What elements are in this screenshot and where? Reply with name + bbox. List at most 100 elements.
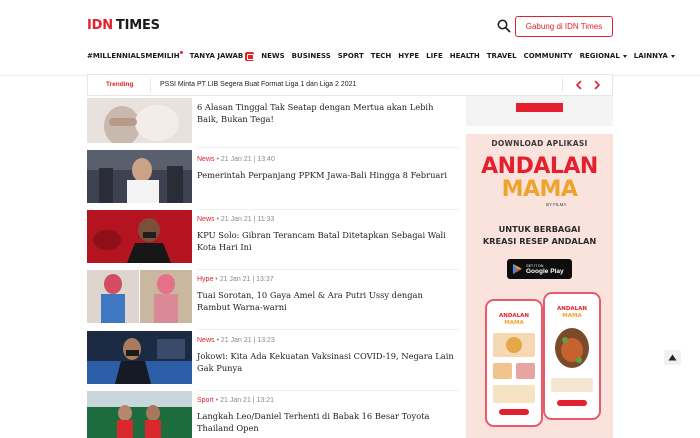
nav-item-tech[interactable]: TECH bbox=[371, 52, 392, 60]
article-date: • 21 Jan 21 | 13:21 bbox=[215, 397, 275, 404]
phone-screen-content bbox=[551, 328, 593, 406]
nav-item-label: TANYA JAWAB bbox=[189, 52, 244, 60]
article-category[interactable]: Sport bbox=[197, 397, 214, 404]
nav-item-label: SPORT bbox=[337, 52, 364, 60]
logo-secondary: TIMES bbox=[115, 17, 160, 33]
divider bbox=[197, 147, 459, 148]
sidebar-ad-top[interactable] bbox=[466, 96, 613, 126]
article-date: • 21 Jan 21 | 13:40 bbox=[216, 156, 275, 163]
nav-item-regional[interactable]: REGIONAL bbox=[580, 52, 627, 60]
article-category[interactable]: News bbox=[197, 156, 215, 163]
phone-title: MAMA bbox=[562, 313, 582, 319]
phone-title: ANDALAN bbox=[498, 313, 530, 319]
logo-primary: IDN bbox=[87, 17, 113, 33]
nav-item-sport[interactable]: SPORT bbox=[338, 52, 364, 60]
article-item: Sport • 21 Jan 21 | 13:21 Langkah Leo/Da… bbox=[87, 391, 459, 438]
nav-item-label: BUSINESS bbox=[291, 52, 331, 60]
ad-tagline-line1: UNTUK BERBAGAI bbox=[498, 224, 581, 234]
google-play-badge[interactable]: GET IT ON Google Play bbox=[507, 259, 572, 279]
nav-item-label: #MILLENNIALSMEMILIH bbox=[87, 52, 180, 60]
article-category[interactable]: News bbox=[197, 216, 215, 223]
nav-item-business[interactable]: BUSINESS bbox=[292, 52, 331, 60]
google-play-icon bbox=[513, 264, 522, 274]
article-item: Hype • 21 Jan 21 | 13:37 Tuai Sorotan, 1… bbox=[87, 270, 459, 330]
article-date: • 21 Jan 21 | 13:37 bbox=[215, 276, 274, 283]
nav-item-label: COMMUNITY bbox=[523, 52, 573, 60]
article-item: 6 Alasan Tinggal Tak Seatap dengan Mertu… bbox=[87, 88, 459, 148]
article-item: News • 21 Jan 21 | 13:23 Jokowi: Kita Ad… bbox=[87, 331, 459, 391]
nav-item-label: LIFE bbox=[426, 52, 443, 60]
article-thumbnail[interactable] bbox=[87, 150, 192, 203]
article-thumbnail[interactable] bbox=[87, 98, 192, 143]
ad-header: DOWNLOAD APLIKASI bbox=[491, 139, 588, 148]
join-idn-times-button[interactable]: Gabung di IDN Times bbox=[515, 16, 613, 37]
article-title[interactable]: KPU Solo: Gibran Terancam Batal Ditetapk… bbox=[197, 229, 457, 253]
article-title[interactable]: Pemerintah Perpanjang PPKM Jawa-Bali Hin… bbox=[197, 169, 457, 181]
new-indicator-dot bbox=[179, 51, 183, 54]
chevron-down-icon bbox=[622, 54, 627, 58]
article-thumbnail[interactable] bbox=[87, 391, 192, 438]
phone-mockup: ANDALAN MAMA bbox=[543, 292, 601, 420]
article-meta: Hype • 21 Jan 21 | 13:37 bbox=[197, 276, 274, 283]
ad-brand-line1: ANDALAN bbox=[481, 154, 598, 179]
article-date: • 21 Jan 21 | 13:23 bbox=[216, 337, 275, 344]
chevron-left-icon[interactable] bbox=[572, 78, 586, 92]
nav-item-lainnya[interactable]: LAINNYA bbox=[634, 52, 675, 60]
nav-item-travel[interactable]: TRAVEL bbox=[487, 52, 517, 60]
phone-title: MAMA bbox=[504, 320, 524, 326]
article-meta: News • 21 Jan 21 | 11:33 bbox=[197, 216, 274, 223]
nav-item-label: TRAVEL bbox=[486, 52, 517, 60]
nav-item-news[interactable]: NEWS bbox=[261, 52, 284, 60]
nav-item-health[interactable]: HEALTH bbox=[450, 52, 480, 60]
article-title[interactable]: 6 Alasan Tinggal Tak Seatap dengan Mertu… bbox=[197, 101, 457, 125]
site-header: IDN TIMES Gabung di IDN Times #MILLENNIA… bbox=[0, 0, 700, 76]
article-item: News • 21 Jan 21 | 11:33 KPU Solo: Gibra… bbox=[87, 210, 459, 270]
nav-item-tanya-jawab[interactable]: TANYA JAWAB bbox=[189, 51, 255, 61]
ad-by-filma: BY FILMA bbox=[546, 202, 567, 207]
trending-label: Trending bbox=[106, 81, 134, 88]
ad-banner-bar bbox=[516, 103, 563, 112]
ad-tagline-line2: KREASI RESEP ANDALAN bbox=[482, 236, 597, 246]
article-meta: News • 21 Jan 21 | 13:23 bbox=[197, 337, 275, 344]
chat-bubble-icon bbox=[245, 51, 255, 61]
nav-item-hype[interactable]: HYPE bbox=[398, 52, 419, 60]
divider bbox=[197, 329, 459, 330]
nav-item-label: TECH bbox=[370, 52, 392, 60]
article-title[interactable]: Tuai Sorotan, 10 Gaya Amel & Ara Putri U… bbox=[197, 289, 457, 313]
andalan-mama-ad[interactable]: DOWNLOAD APLIKASI ANDALAN MAMA BY FILMA … bbox=[466, 134, 613, 438]
article-category[interactable]: Hype bbox=[197, 276, 213, 283]
article-title[interactable]: Langkah Leo/Daniel Terhenti di Babak 16 … bbox=[197, 410, 457, 434]
nav-item-millennialsmemilih[interactable]: #MILLENNIALSMEMILIH bbox=[87, 51, 183, 60]
scroll-to-top-button[interactable] bbox=[664, 350, 681, 365]
article-thumbnail[interactable] bbox=[87, 270, 192, 323]
article-thumbnail[interactable] bbox=[87, 210, 192, 263]
trending-headline[interactable]: PSSI Minta PT LIB Segera Buat Format Lig… bbox=[160, 81, 356, 88]
ad-tagline: UNTUK BERBAGAI KREASI RESEP ANDALAN bbox=[466, 223, 613, 247]
ad-brand-line2: MAMA bbox=[501, 177, 578, 202]
chevron-right-icon[interactable] bbox=[590, 78, 604, 92]
idn-times-logo[interactable]: IDN TIMES bbox=[87, 17, 160, 33]
phone-title: ANDALAN bbox=[556, 306, 588, 312]
nav-item-label: NEWS bbox=[261, 52, 285, 60]
nav-item-label: HYPE bbox=[398, 52, 420, 60]
chevron-down-icon bbox=[670, 54, 675, 58]
nav-item-community[interactable]: COMMUNITY bbox=[524, 52, 573, 60]
google-play-big: Google Play bbox=[526, 268, 564, 275]
article-meta: News • 21 Jan 21 | 13:40 bbox=[197, 156, 275, 163]
article-meta: Sport • 21 Jan 21 | 13:21 bbox=[197, 397, 274, 404]
google-play-text: GET IT ON Google Play bbox=[526, 263, 564, 275]
nav-item-label: REGIONAL bbox=[579, 52, 620, 60]
nav-item-label: LAINNYA bbox=[633, 52, 668, 60]
main-navigation: #MILLENNIALSMEMILIH TANYA JAWAB NEWS BUS… bbox=[87, 48, 682, 64]
article-title[interactable]: Jokowi: Kita Ada Kekuatan Vaksinasi COVI… bbox=[197, 350, 457, 374]
nav-item-label: HEALTH bbox=[449, 52, 480, 60]
search-icon[interactable] bbox=[496, 18, 512, 34]
article-date: • 21 Jan 21 | 11:33 bbox=[216, 216, 275, 223]
article-category[interactable]: News bbox=[197, 337, 215, 344]
article-item: News • 21 Jan 21 | 13:40 Pemerintah Perp… bbox=[87, 150, 459, 210]
phone-mockup: ANDALAN MAMA bbox=[485, 299, 543, 427]
chevron-up-icon bbox=[668, 354, 677, 361]
nav-item-life[interactable]: LIFE bbox=[426, 52, 443, 60]
article-thumbnail[interactable] bbox=[87, 331, 192, 384]
phone-screen-content bbox=[493, 333, 535, 415]
